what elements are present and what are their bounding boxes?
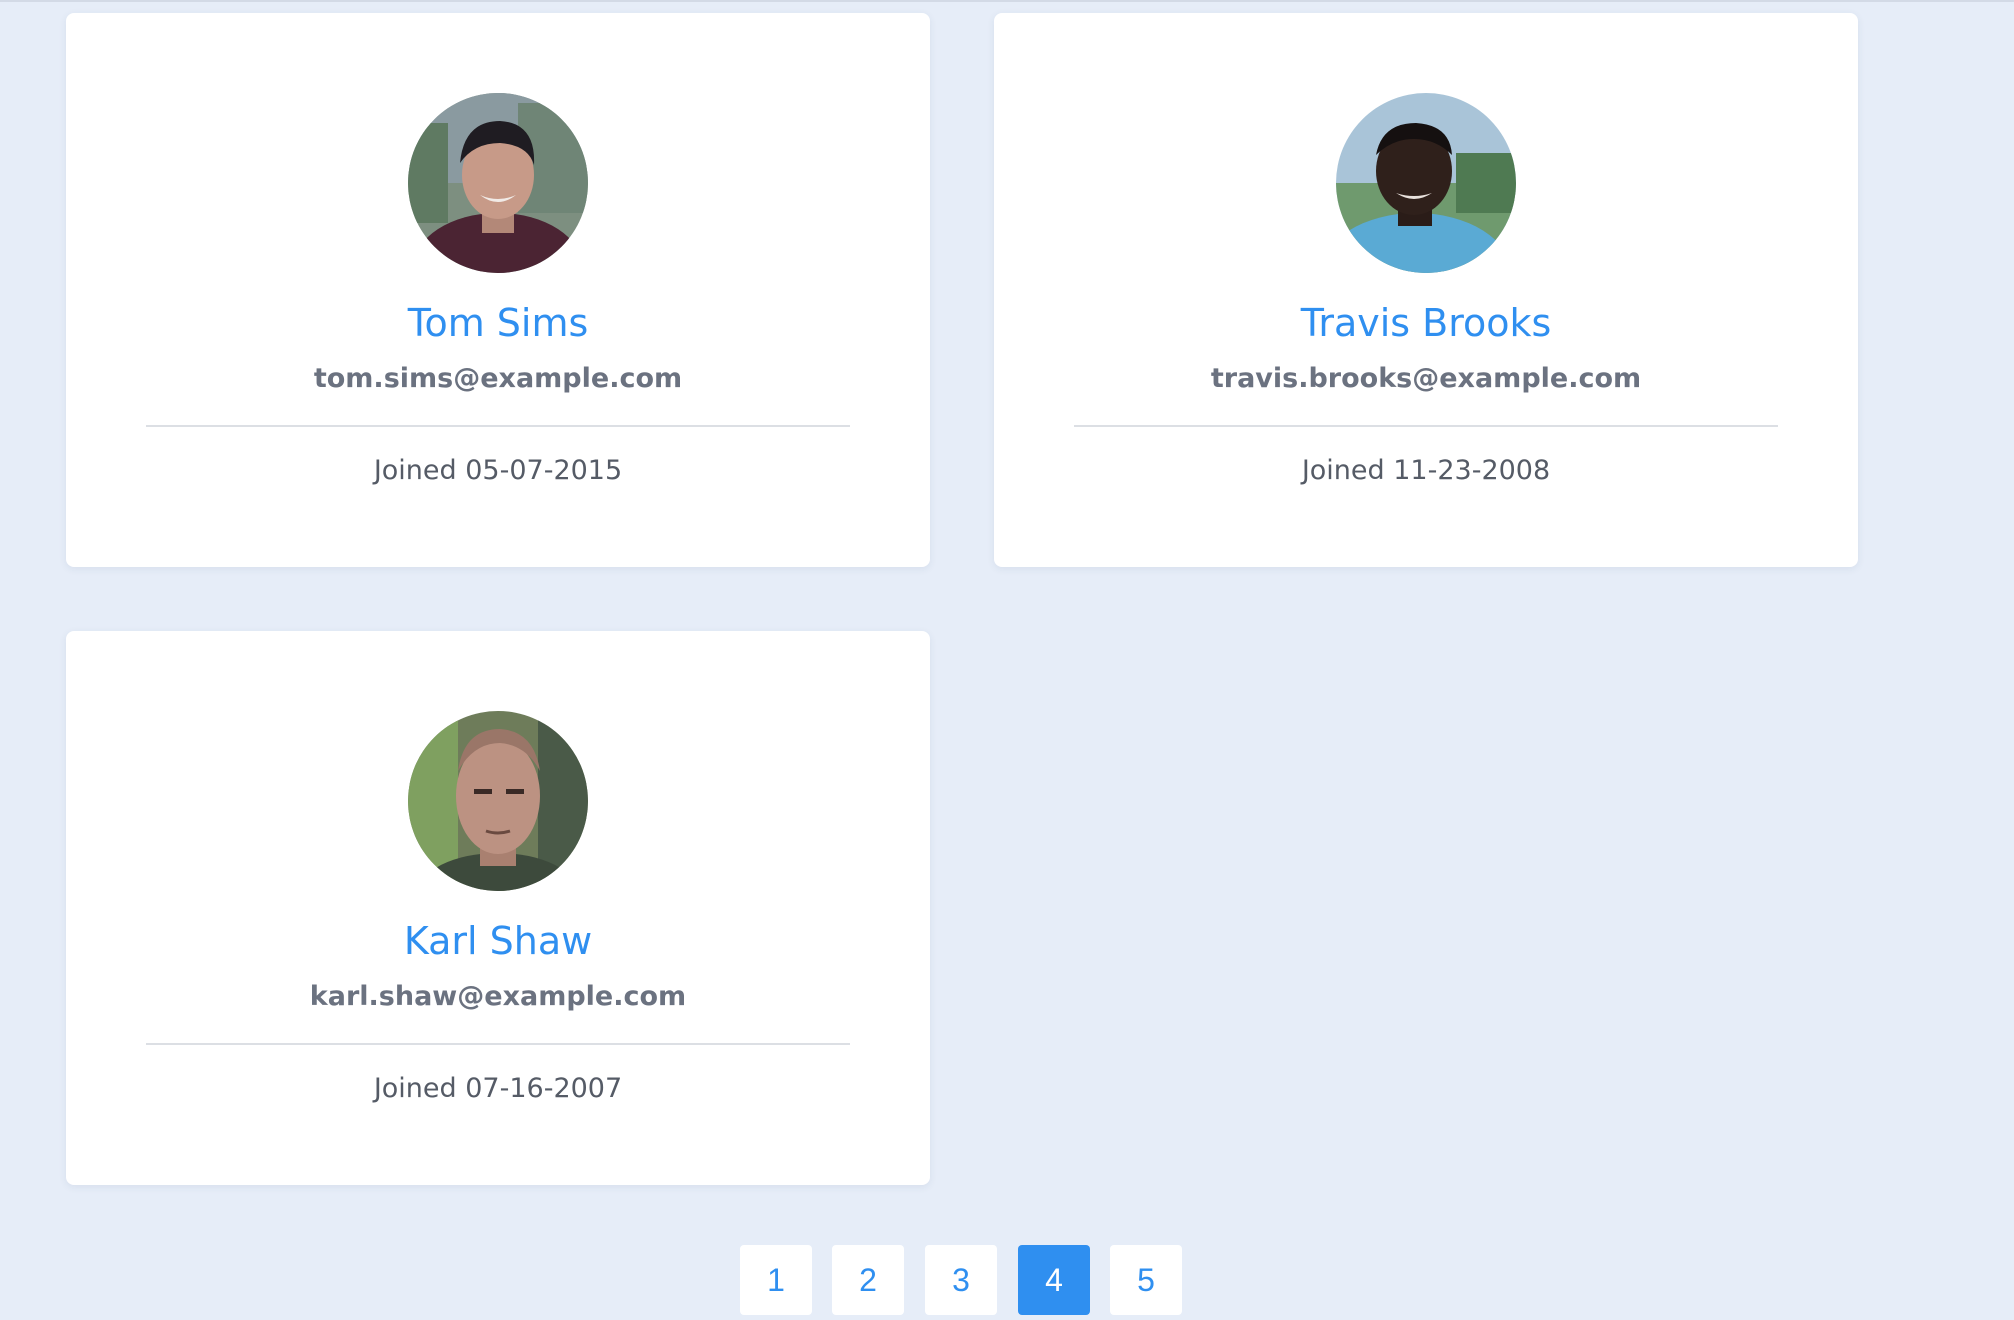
divider (146, 425, 850, 427)
user-name: Karl Shaw (403, 919, 593, 963)
user-name: Tom Sims (407, 301, 589, 345)
avatar (1336, 93, 1516, 273)
user-email: karl.shaw@example.com (309, 981, 687, 1012)
user-card: Tom Sims tom.sims@example.com Joined 05-… (66, 13, 930, 567)
user-email: tom.sims@example.com (313, 363, 683, 394)
divider (146, 1043, 850, 1045)
page-button-5[interactable]: 5 (1110, 1245, 1182, 1315)
joined-date: Joined 07-16-2007 (373, 1073, 623, 1104)
divider (1074, 425, 1778, 427)
page-button-3[interactable]: 3 (925, 1245, 997, 1315)
user-card: Karl Shaw karl.shaw@example.com Joined 0… (66, 631, 930, 1185)
joined-date: Joined 11-23-2008 (1301, 455, 1551, 486)
user-name: Travis Brooks (1300, 301, 1552, 345)
joined-date: Joined 05-07-2015 (373, 455, 623, 486)
page-button-1[interactable]: 1 (740, 1245, 812, 1315)
user-card: Travis Brooks travis.brooks@example.com … (994, 13, 1858, 567)
avatar (408, 93, 588, 273)
user-email: travis.brooks@example.com (1210, 363, 1642, 394)
page-button-2[interactable]: 2 (832, 1245, 904, 1315)
top-border (0, 0, 2014, 2)
page-button-4-current[interactable]: 4 (1018, 1245, 1090, 1315)
avatar (408, 711, 588, 891)
